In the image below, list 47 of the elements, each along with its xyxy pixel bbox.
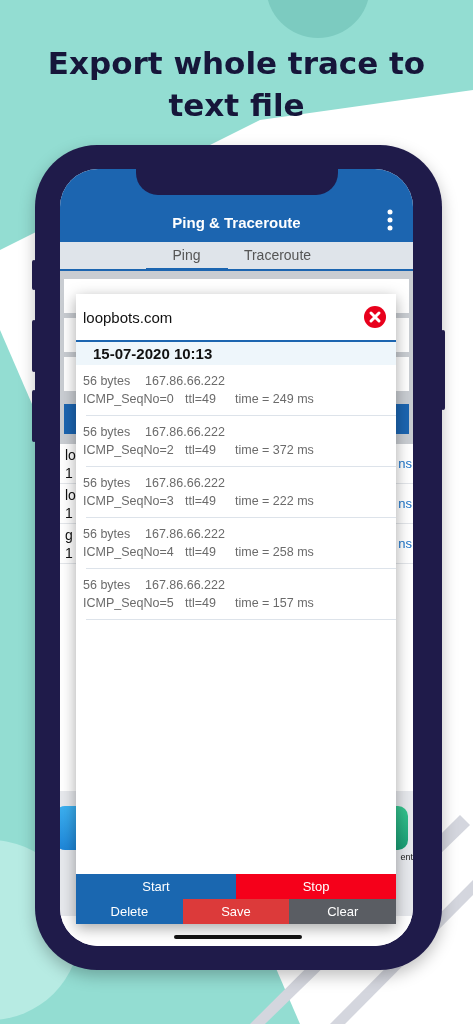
- reply-ttl: ttl=49: [185, 392, 217, 406]
- reply-ttl: ttl=49: [185, 596, 217, 610]
- list-text: ns: [398, 456, 412, 471]
- list-text: 1: [65, 503, 74, 522]
- list-text: ns: [398, 496, 412, 511]
- reply-time: time = 222 ms: [235, 494, 314, 508]
- reply-seq: ICMP_SeqNo=4: [83, 545, 175, 559]
- list-text: g: [65, 525, 73, 544]
- date-header: 15-07-2020 10:13: [76, 342, 396, 365]
- host-name: loopbots.com: [83, 308, 173, 326]
- reply-seq: ICMP_SeqNo=2: [83, 443, 175, 457]
- close-icon[interactable]: [364, 306, 386, 328]
- reply-seq: ICMP_SeqNo=5: [83, 596, 175, 610]
- list-text: lo: [65, 445, 76, 464]
- reply-bytes: 56 bytes: [83, 578, 132, 592]
- reply-bytes: 56 bytes: [83, 374, 132, 388]
- reply-bytes: 56 bytes: [83, 527, 132, 541]
- reply-seq: ICMP_SeqNo=0: [83, 392, 175, 406]
- save-button[interactable]: Save: [182, 899, 290, 924]
- delete-button[interactable]: Delete: [76, 899, 183, 924]
- menu-icon[interactable]: [387, 209, 393, 231]
- list-text: ns: [398, 536, 412, 551]
- reply-ip: 167.86.66.222: [145, 425, 225, 439]
- reply-time: time = 157 ms: [235, 596, 314, 610]
- reply-ip: 167.86.66.222: [145, 578, 225, 592]
- reply-ttl: ttl=49: [185, 494, 217, 508]
- app-label: ent: [400, 852, 413, 862]
- reply-bytes: 56 bytes: [83, 476, 132, 490]
- reply-time: time = 258 ms: [235, 545, 314, 559]
- list-text: 1: [65, 543, 73, 562]
- reply-ip: 167.86.66.222: [145, 476, 225, 490]
- reply-ip: 167.86.66.222: [145, 527, 225, 541]
- reply-ip: 167.86.66.222: [145, 374, 225, 388]
- reply-ttl: ttl=49: [185, 545, 217, 559]
- stop-button[interactable]: Stop: [236, 874, 396, 899]
- reply-seq: ICMP_SeqNo=3: [83, 494, 175, 508]
- headline: Export whole trace to text file: [46, 44, 427, 125]
- list-text: 1: [65, 463, 74, 482]
- reply-time: time = 249 ms: [235, 392, 314, 406]
- tab[interactable]: Traceroute: [227, 242, 328, 271]
- clear-button[interactable]: Clear: [289, 899, 396, 924]
- reply-ttl: ttl=49: [185, 443, 217, 457]
- reply-time: time = 372 ms: [235, 443, 314, 457]
- app-title: Ping & Traceroute: [172, 214, 301, 231]
- reply-bytes: 56 bytes: [83, 425, 132, 439]
- start-button[interactable]: Start: [76, 874, 236, 899]
- list-text: lo: [65, 485, 76, 504]
